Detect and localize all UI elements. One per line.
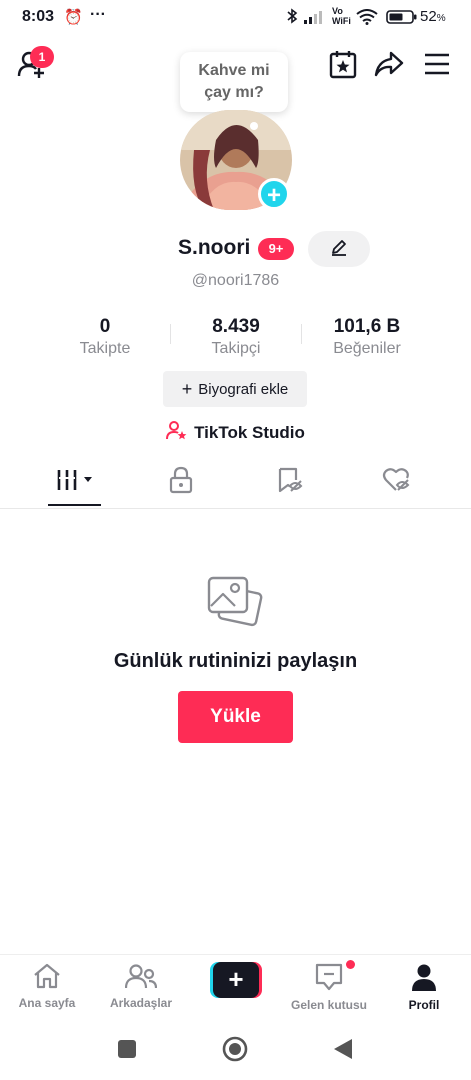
inbox-unread-dot <box>346 960 355 969</box>
tiktok-studio-link[interactable]: TikTok Studio <box>0 420 471 445</box>
battery-icon <box>386 10 418 29</box>
battery-percent-value: 52 <box>420 8 437 25</box>
tab-videos[interactable] <box>16 458 134 506</box>
empty-state-title: Günlük rutininizi paylaşın <box>113 650 358 672</box>
calendar-star-icon <box>329 49 357 84</box>
nav-inbox-label: Gelen kutusu <box>290 998 367 1012</box>
active-tab-indicator <box>48 504 101 506</box>
stat-following[interactable]: 0 Takipte <box>40 316 170 358</box>
profile-icon <box>411 963 437 994</box>
hamburger-icon <box>424 53 450 80</box>
home-system-button[interactable] <box>222 1036 248 1062</box>
nav-friends-label: Arkadaşlar <box>109 996 173 1010</box>
wifi-icon <box>356 9 378 30</box>
create-button[interactable]: + <box>210 962 262 998</box>
alarm-icon: ⏰ <box>64 9 83 26</box>
status-bubble-line2: çay mı? <box>204 84 264 101</box>
upload-button[interactable]: Yükle <box>178 691 293 743</box>
share-icon <box>374 50 404 83</box>
stat-likes-value: 101,6 B <box>333 316 401 337</box>
nav-profile-label: Profil <box>408 998 440 1012</box>
name-badge[interactable]: 9+ <box>258 238 294 260</box>
add-bio-label: Biyografi ekle <box>198 380 289 398</box>
calendar-button[interactable] <box>327 50 359 82</box>
status-bubble[interactable]: Kahve mi çay mı? <box>180 52 288 112</box>
stat-likes-label: Beğeniler <box>333 340 401 357</box>
menu-button[interactable] <box>421 50 453 82</box>
content-tabs <box>0 458 471 509</box>
stat-following-label: Takipte <box>79 340 131 357</box>
studio-person-icon <box>166 420 188 445</box>
share-button[interactable] <box>373 50 405 82</box>
vowifi-bottom: WiFi <box>332 16 351 26</box>
notification-count-badge: 1 <box>30 46 54 68</box>
nav-friends[interactable]: Arkadaşlar <box>94 955 188 1017</box>
stat-following-value: 0 <box>99 316 111 337</box>
back-button[interactable] <box>332 1037 354 1061</box>
tab-saved[interactable] <box>231 458 349 506</box>
status-bubble-line1: Kahve mi <box>198 62 270 79</box>
photos-icon <box>205 572 265 637</box>
edit-profile-button[interactable] <box>308 231 370 267</box>
stat-followers-label: Takipçi <box>211 340 261 357</box>
nav-inbox[interactable]: Gelen kutusu <box>282 955 376 1017</box>
battery-percent: 52% <box>420 8 446 25</box>
add-avatar-button[interactable]: + <box>258 178 290 210</box>
add-bio-button[interactable]: + Biyografi ekle <box>163 371 307 407</box>
system-navigation <box>0 1016 471 1080</box>
username-handle: @noori1786 <box>191 272 280 289</box>
recents-button[interactable] <box>118 1040 136 1058</box>
stat-followers-value: 8.439 <box>212 316 260 337</box>
tab-liked[interactable] <box>338 458 456 506</box>
grid-icon <box>55 468 95 497</box>
stat-followers[interactable]: 8.439 Takipçi <box>171 316 301 358</box>
vowifi-top: Vo <box>332 6 343 16</box>
tab-private[interactable] <box>122 458 240 506</box>
display-name: S.noori <box>178 236 251 259</box>
vowifi-indicator: Vo WiFi <box>332 6 351 26</box>
nav-home[interactable]: Ana sayfa <box>0 955 94 1017</box>
signal-icon <box>304 10 328 29</box>
heart-hidden-icon <box>382 467 412 498</box>
nav-profile[interactable]: Profil <box>377 955 471 1017</box>
inbox-icon <box>314 963 344 994</box>
status-time: 8:03 <box>22 8 55 25</box>
nav-home-label: Ana sayfa <box>18 996 76 1010</box>
friends-icon <box>124 963 158 992</box>
studio-label: TikTok Studio <box>194 422 305 442</box>
more-dots: ··· <box>90 6 106 23</box>
status-bar: 8:03 ⏰ ··· Vo WiFi 52% <box>0 0 471 36</box>
bookmark-hidden-icon <box>276 466 304 499</box>
create-plus-icon: + <box>213 962 259 998</box>
lock-icon <box>169 466 193 499</box>
plus-icon: + <box>181 378 193 399</box>
battery-percent-unit: % <box>436 13 446 24</box>
pencil-icon <box>330 238 348 261</box>
bluetooth-icon <box>286 8 298 28</box>
home-icon <box>32 963 62 992</box>
stat-likes[interactable]: 101,6 B Beğeniler <box>302 316 432 358</box>
